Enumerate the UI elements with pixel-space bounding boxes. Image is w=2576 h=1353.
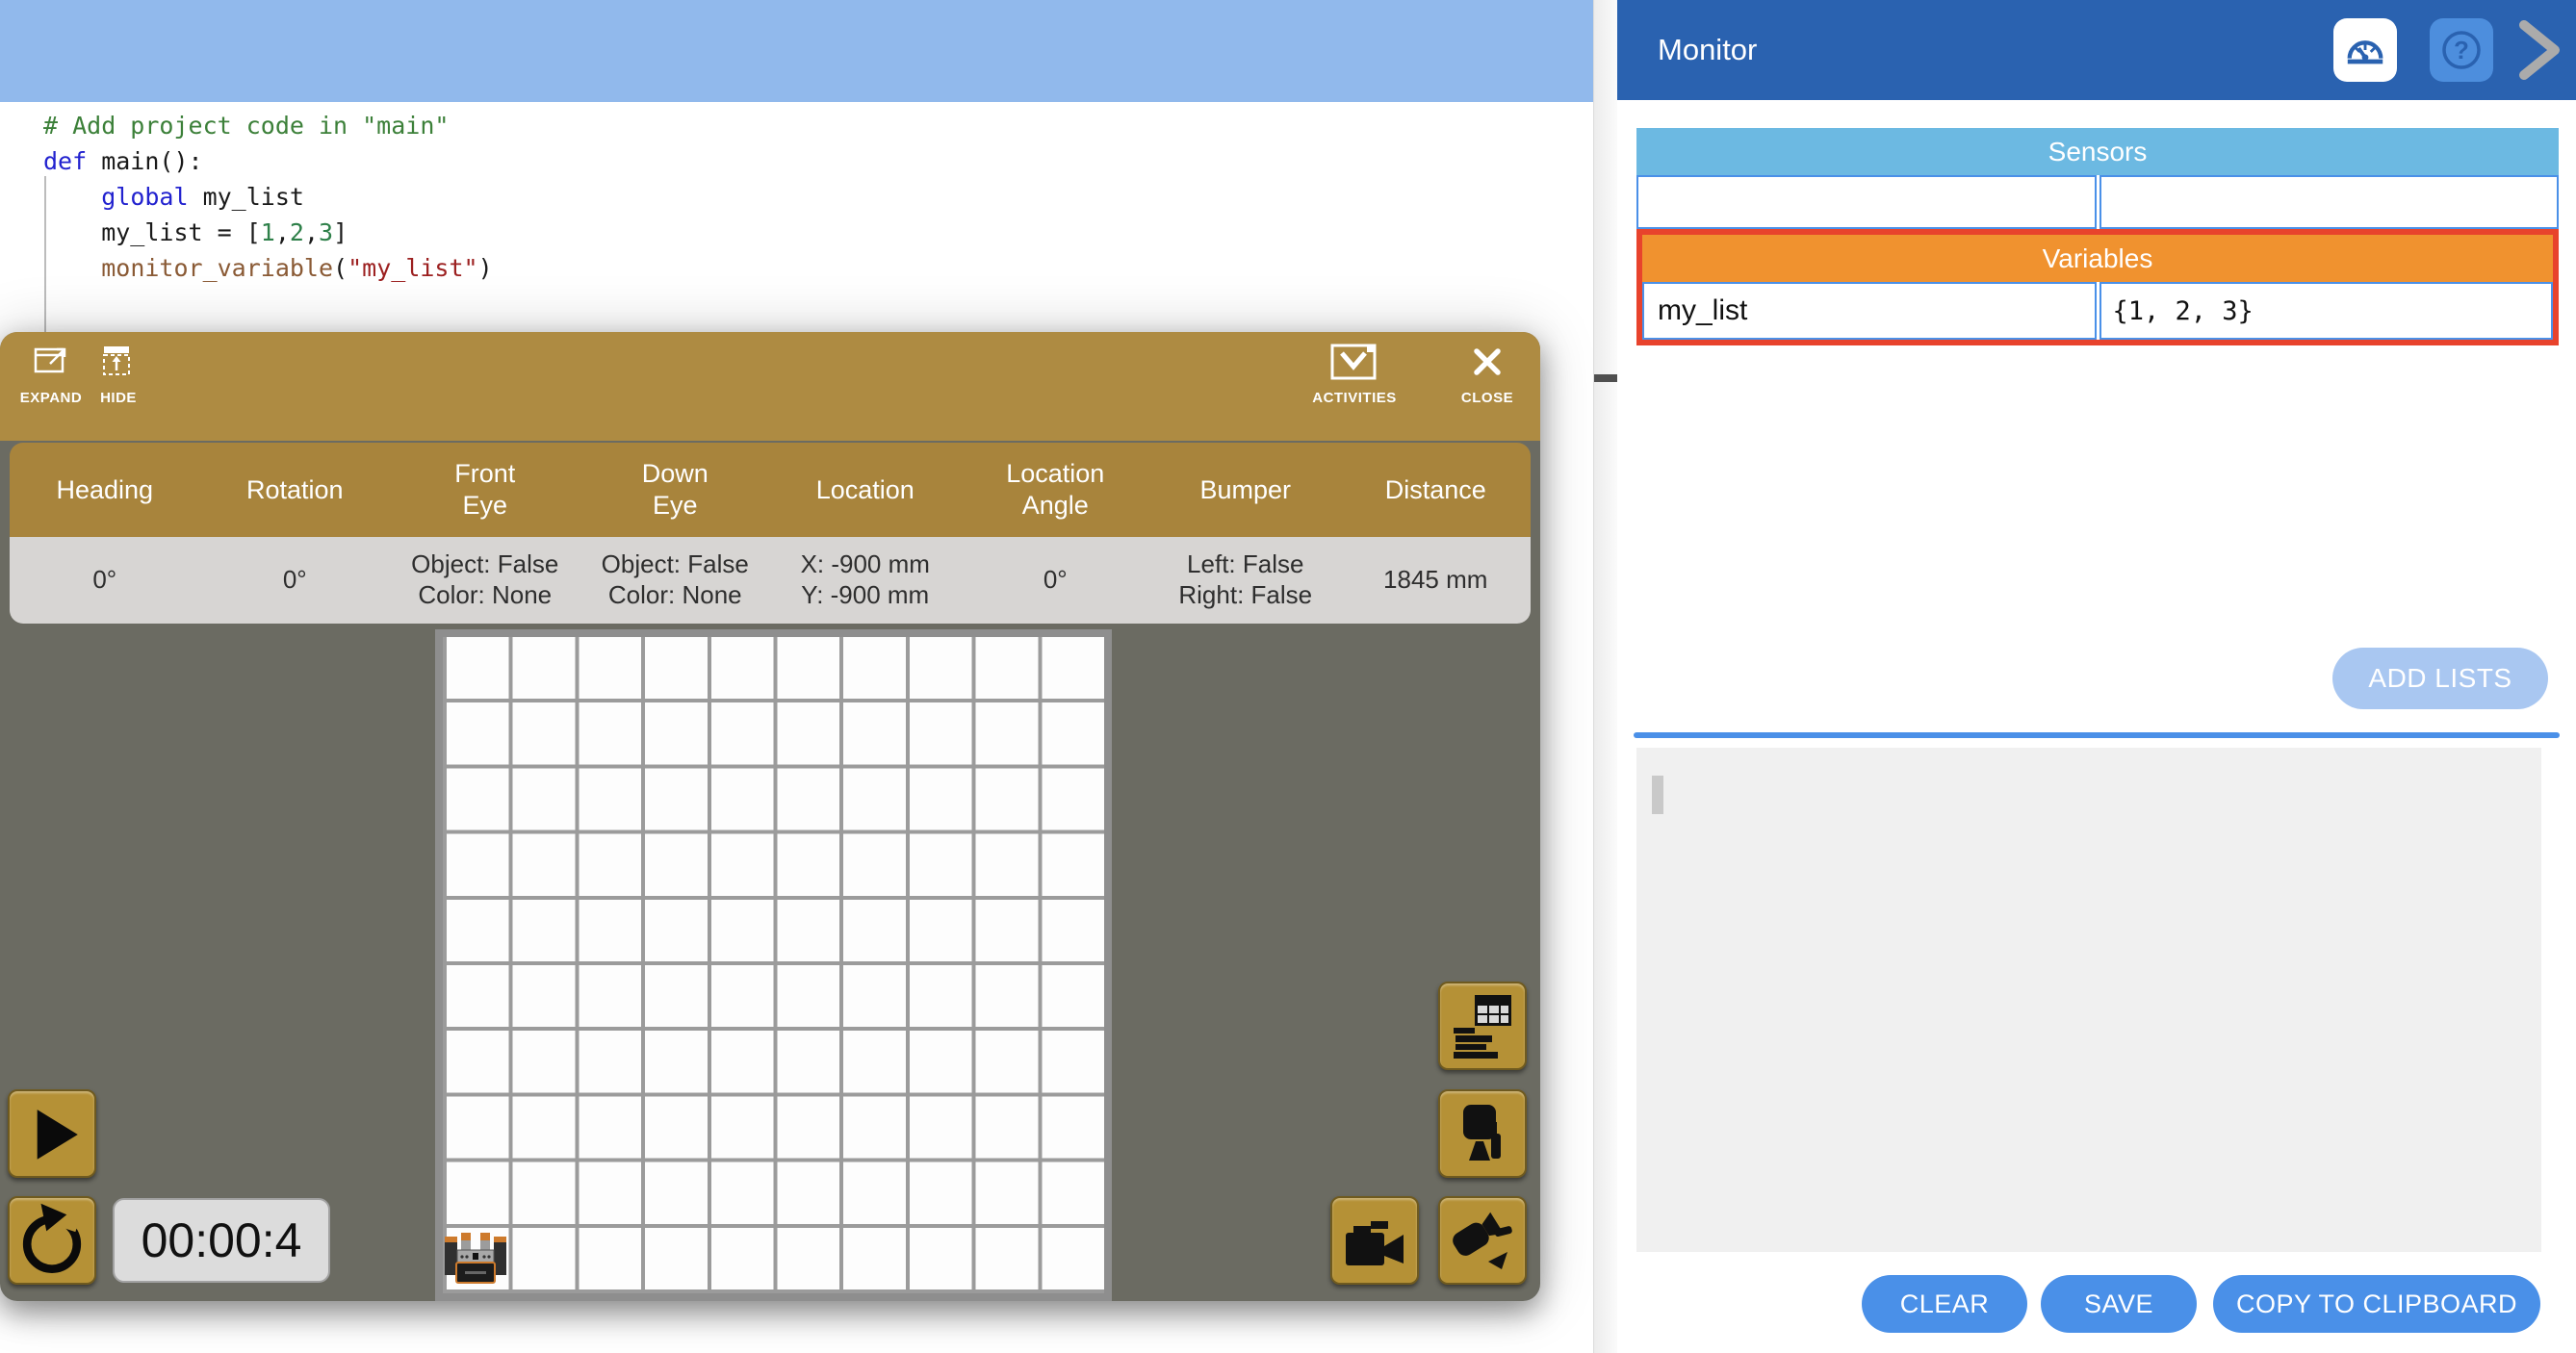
hide-button[interactable]: HIDE (94, 340, 142, 406)
simulator-window: EXPAND HIDE ACTIVITIES (0, 332, 1540, 1301)
close-icon (1472, 340, 1503, 384)
activities-icon (1330, 340, 1378, 384)
variable-name-cell: my_list (1642, 282, 2097, 340)
editor-top-bar (0, 0, 1593, 102)
code-line: def main(): (43, 143, 493, 179)
collapse-chevron-icon (2514, 19, 2564, 81)
play-button[interactable] (8, 1089, 96, 1178)
code-line: my_list = [1,2,3] (43, 215, 493, 250)
expand-icon (33, 340, 69, 384)
screen-icon (1452, 1103, 1513, 1164)
robot-sprite (445, 1233, 506, 1293)
simulator-titlebar: EXPAND HIDE ACTIVITIES (0, 332, 1540, 441)
camera-view-button[interactable] (1330, 1196, 1419, 1285)
monitor-collapse-button[interactable] (2514, 19, 2564, 81)
sensors-section-header: Sensors (1636, 128, 2559, 175)
timer-display: 00:00:4 (113, 1198, 330, 1283)
sim-column-value: Left: FalseRight: False (1150, 537, 1341, 624)
variable-value-cell: {1, 2, 3} (2099, 282, 2554, 340)
code-line: monitor_variable("my_list") (43, 250, 493, 286)
variables-section-header: Variables (1642, 235, 2553, 282)
sim-column-value: X: -900 mmY: -900 mm (770, 537, 961, 624)
sim-column-value: Object: FalseColor: None (580, 537, 771, 624)
camera-icon (1344, 1210, 1405, 1271)
sim-column-header: Distance (1341, 443, 1532, 537)
help-icon: ? (2439, 28, 2484, 72)
playground-grid (435, 629, 1112, 1301)
data-table-view-button[interactable] (1438, 982, 1527, 1070)
sensor-table-value-row: 0°0°Object: FalseColor: NoneObject: Fals… (10, 537, 1531, 624)
code-line: global my_list (43, 179, 493, 215)
copy-to-clipboard-button[interactable]: COPY TO CLIPBOARD (2213, 1275, 2540, 1333)
close-button[interactable]: CLOSE (1450, 340, 1525, 406)
panel-splitter (1593, 0, 1619, 1353)
indent-guide (44, 176, 46, 332)
code-line: # Add project code in "main" (43, 108, 493, 143)
expand-label: EXPAND (20, 390, 82, 406)
monitor-help-button[interactable]: ? (2430, 18, 2493, 82)
sim-column-value: 0° (200, 537, 391, 624)
hide-icon (100, 340, 137, 384)
section-divider (1634, 732, 2560, 738)
sensor-name-cell (1636, 175, 2097, 229)
reset-icon (10, 1196, 94, 1285)
monitor-panel: Monitor ? Sensors (1617, 0, 2576, 1353)
sim-column-header: DownEye (580, 443, 771, 537)
monitor-gauge-button[interactable] (2333, 18, 2397, 82)
sim-column-header: LocationAngle (961, 443, 1151, 537)
sensor-dashboard-table: HeadingRotationFrontEyeDownEyeLocationLo… (10, 443, 1531, 624)
monitor-table: Sensors Variables my_list {1, 2, 3} (1636, 128, 2559, 345)
sensors-empty-row (1636, 175, 2559, 229)
reset-button[interactable] (8, 1196, 96, 1285)
play-icon (10, 1089, 94, 1178)
code-editor[interactable]: # Add project code in "main"def main(): … (43, 108, 493, 286)
gauge-icon (2343, 28, 2387, 72)
sim-column-value: 1845 mm (1341, 537, 1532, 624)
activities-label: ACTIVITIES (1312, 390, 1397, 406)
sim-column-value: 0° (961, 537, 1151, 624)
sensor-table-header-row: HeadingRotationFrontEyeDownEyeLocationLo… (10, 443, 1531, 537)
variable-name: my_list (1644, 294, 1747, 327)
projector-icon (1452, 1210, 1513, 1271)
svg-text:?: ? (2454, 36, 2469, 64)
sim-column-header: Heading (10, 443, 200, 537)
sim-column-header: Bumper (1150, 443, 1341, 537)
monitor-console-output (1636, 748, 2541, 1252)
monitor-title: Monitor (1658, 0, 1757, 100)
table-log-icon (1452, 993, 1513, 1059)
splitter-drag-handle[interactable] (1594, 374, 1618, 382)
hide-label: HIDE (100, 390, 137, 406)
variables-highlighted-section: Variables my_list {1, 2, 3} (1636, 229, 2559, 345)
save-button[interactable]: SAVE (2041, 1275, 2197, 1333)
sim-column-header: FrontEye (390, 443, 580, 537)
activities-button[interactable]: ACTIVITIES (1296, 340, 1413, 406)
sensor-value-cell (2099, 175, 2560, 229)
add-lists-button[interactable]: ADD LISTS (2332, 648, 2548, 709)
sim-column-value: 0° (10, 537, 200, 624)
monitor-header: Monitor ? (1617, 0, 2576, 100)
sim-column-header: Rotation (200, 443, 391, 537)
expand-button[interactable]: EXPAND (15, 340, 87, 406)
screen-view-button[interactable] (1438, 1089, 1527, 1178)
variable-row: my_list {1, 2, 3} (1642, 282, 2553, 340)
projector-view-button[interactable] (1438, 1196, 1527, 1285)
console-scrollbar-thumb[interactable] (1652, 776, 1663, 814)
sim-column-header: Location (770, 443, 961, 537)
close-label: CLOSE (1461, 390, 1513, 406)
clear-button[interactable]: CLEAR (1862, 1275, 2027, 1333)
variable-value: {1, 2, 3} (2101, 296, 2254, 326)
sim-column-value: Object: FalseColor: None (390, 537, 580, 624)
